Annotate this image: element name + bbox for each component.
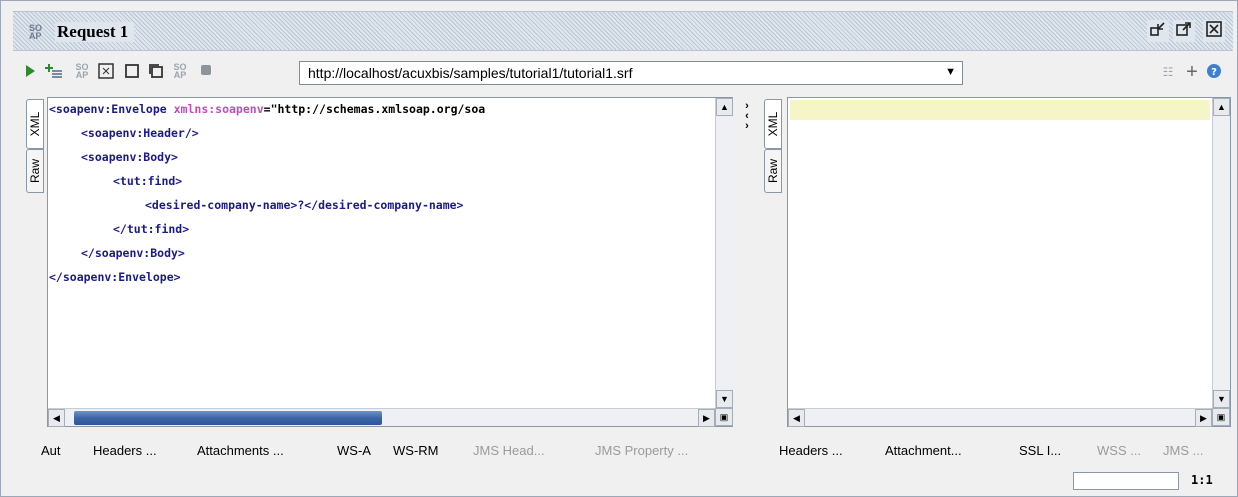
window-title: Request 1: [55, 22, 135, 42]
add-icon[interactable]: +: [1183, 62, 1201, 82]
code-line: <soapenv:Header/>: [49, 121, 707, 145]
request-toolbar: SO AP SO AP http://localhost/acuxbis/sampl…: [13, 53, 1233, 91]
tab-attachments[interactable]: Attachments ...: [197, 443, 284, 458]
xml-tag-token: <desired-company-name>?</desired-company…: [145, 198, 464, 212]
tabs-icon[interactable]: ☷: [1159, 63, 1177, 81]
copy-icon[interactable]: [147, 63, 165, 81]
code-line: <soapenv:Body>: [49, 145, 707, 169]
code-line: <tut:find>: [49, 169, 707, 193]
tab-response-headers[interactable]: Headers ...: [779, 443, 843, 458]
code-line: <desired-company-name>?</desired-company…: [49, 193, 707, 217]
xml-tag-token: </soapenv:Body>: [81, 246, 185, 260]
tab-ws-a[interactable]: WS-A: [337, 443, 371, 458]
restore-down-icon[interactable]: [1147, 20, 1169, 42]
status-bar: 1:1: [13, 467, 1233, 495]
scroll-down-arrow-icon[interactable]: ▼: [716, 390, 733, 408]
status-progress-field: [1073, 472, 1179, 490]
scroll-up-arrow-icon[interactable]: ▲: [716, 98, 733, 116]
horizontal-scroll-thumb[interactable]: [74, 411, 382, 425]
scroll-right-arrow-icon[interactable]: ▶: [1195, 409, 1212, 427]
request-xml-code[interactable]: <soapenv:Envelope xmlns:soapenv="http://…: [49, 97, 707, 397]
scroll-up-arrow-icon[interactable]: ▲: [1213, 98, 1230, 116]
close-icon[interactable]: [1203, 20, 1225, 42]
xml-attr-token: xmlns:soapenv: [173, 102, 264, 116]
code-line: <soapenv:Envelope xmlns:soapenv="http://…: [49, 97, 707, 121]
tab-auth[interactable]: Aut: [41, 443, 61, 458]
chevron-down-icon[interactable]: ▼: [945, 66, 956, 78]
tab-wss: WSS ...: [1097, 443, 1142, 458]
tab-request-xml[interactable]: XML: [26, 99, 44, 149]
response-horizontal-scrollbar[interactable]: ◀ ▶: [788, 408, 1212, 427]
scroll-left-arrow-icon[interactable]: ◀: [788, 409, 805, 427]
add-assertion-icon[interactable]: [45, 63, 63, 81]
response-xml-editor[interactable]: [787, 97, 1231, 427]
endpoint-url-text: http://localhost/acuxbis/samples/tutoria…: [308, 65, 633, 81]
response-side-tabs: XML Raw: [761, 97, 785, 427]
endpoint-url-select[interactable]: http://localhost/acuxbis/samples/tutoria…: [299, 61, 963, 85]
pane-corner-icon[interactable]: ▣: [715, 408, 733, 426]
xml-tag-token: </tut:find>: [113, 222, 190, 236]
xml-tag-token: <tut:find>: [113, 174, 183, 188]
xml-tag-token: <soapenv:Header/>: [81, 126, 199, 140]
tab-request-raw[interactable]: Raw: [26, 149, 44, 193]
scroll-down-arrow-icon[interactable]: ▼: [1213, 390, 1230, 408]
maximize-icon[interactable]: [1173, 20, 1195, 42]
current-line-highlight: [790, 100, 1210, 120]
xml-val-token: ="http://schemas.xmlsoap.org/soa: [263, 102, 486, 116]
request-window: SO AP Request 1 SO AP SO AP http://local…: [0, 0, 1238, 497]
soap-request-icon: SO AP: [29, 23, 43, 41]
pane-corner-icon[interactable]: ▣: [1212, 408, 1230, 426]
editor-view-icon[interactable]: [123, 63, 141, 81]
svg-text:?: ?: [1211, 67, 1217, 78]
code-line: </soapenv:Envelope>: [49, 265, 707, 289]
tab-response-jms: JMS ...: [1163, 443, 1204, 458]
maximize-editor-icon[interactable]: [97, 63, 115, 81]
tab-ssl-info[interactable]: SSL I...: [1019, 443, 1061, 458]
cursor-position: 1:1: [1191, 473, 1213, 487]
title-bar: SO AP Request 1: [13, 11, 1233, 51]
code-line: </soapenv:Body>: [49, 241, 707, 265]
request-bottom-tabs: Aut Headers ... Attachments ... WS-A WS-…: [13, 437, 733, 465]
soap-icon[interactable]: SO AP: [73, 63, 91, 81]
request-side-tabs: XML Raw: [23, 97, 47, 427]
request-horizontal-scrollbar[interactable]: ◀ ▶: [48, 408, 715, 427]
tab-ws-rm[interactable]: WS-RM: [393, 443, 439, 458]
stop-icon[interactable]: [197, 63, 215, 81]
response-bottom-tabs: Headers ... Attachment... SSL I... WSS .…: [761, 437, 1233, 465]
help-icon[interactable]: ?: [1205, 63, 1223, 81]
xml-tag-token: </soapenv:Envelope>: [49, 270, 181, 284]
scroll-right-arrow-icon[interactable]: ▶: [698, 409, 715, 427]
response-vertical-scrollbar[interactable]: ▲ ▼: [1212, 98, 1230, 408]
tab-response-xml[interactable]: XML: [764, 99, 782, 149]
soap-gray-icon[interactable]: SO AP: [171, 63, 189, 81]
code-line: </tut:find>: [49, 217, 707, 241]
scroll-left-arrow-icon[interactable]: ◀: [48, 409, 65, 427]
tab-response-raw[interactable]: Raw: [764, 149, 782, 193]
tab-jms-headers: JMS Head...: [473, 443, 545, 458]
split-pane-arrows-icon[interactable]: › ‹ ›: [739, 101, 755, 132]
tab-response-attachments[interactable]: Attachment...: [885, 443, 962, 458]
xml-tag-token: <soapenv:Envelope: [49, 102, 174, 116]
request-vertical-scrollbar[interactable]: ▲ ▼: [715, 98, 733, 408]
tab-jms-property: JMS Property ...: [595, 443, 689, 458]
submit-request-icon[interactable]: [21, 63, 39, 81]
tab-headers[interactable]: Headers ...: [93, 443, 157, 458]
xml-tag-token: <soapenv:Body>: [81, 150, 178, 164]
